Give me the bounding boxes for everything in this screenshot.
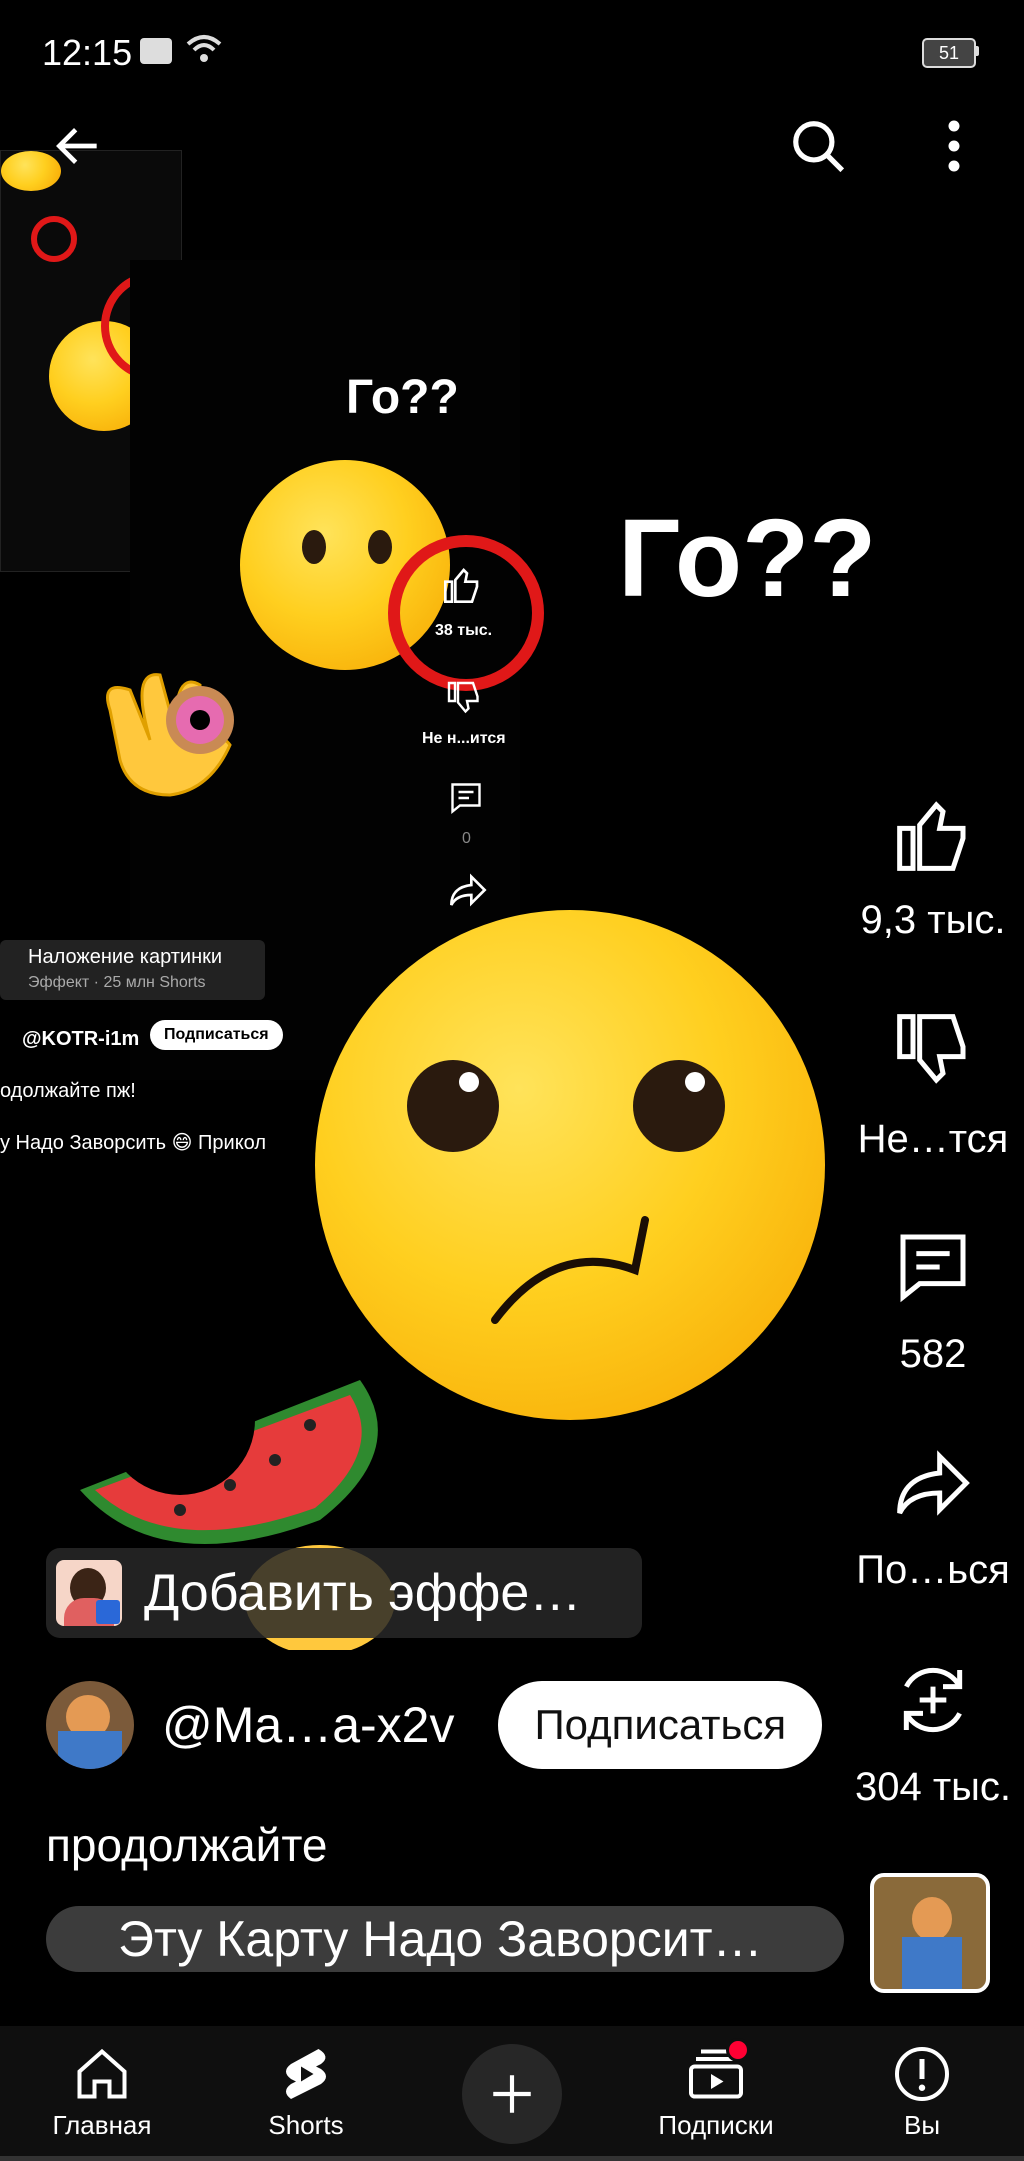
back-arrow-icon[interactable] <box>50 118 106 174</box>
waving-hand-donut <box>106 673 234 797</box>
nav-shorts[interactable]: Shorts <box>216 2026 396 2161</box>
effect-thumbnail <box>56 1560 122 1626</box>
video-caption[interactable]: продолжайте <box>46 1818 328 1872</box>
dislike-label: Не…тся <box>857 1117 1009 1161</box>
thumbs-down-icon <box>897 1014 966 1084</box>
comments-button[interactable] <box>888 1222 978 1312</box>
comments-count: 582 <box>899 1332 967 1376</box>
channel-name[interactable]: @Ma…a-x2v <box>162 1696 454 1754</box>
nested-subscribe: Подписаться <box>150 1020 283 1050</box>
wifi-icon <box>186 35 222 62</box>
dislike-button[interactable] <box>888 1005 978 1095</box>
nav-home-label: Главная <box>52 2110 152 2140</box>
nested-red-ring-tiny <box>31 216 77 262</box>
add-effect-pill[interactable]: Добавить эффе… <box>46 1548 642 1638</box>
like-button[interactable] <box>888 790 978 880</box>
nested-dislike-icon <box>447 681 479 714</box>
bottom-nav: Главная Shorts Подписки Вы <box>0 2026 1024 2161</box>
subscribe-button[interactable]: Подписаться <box>498 1681 823 1769</box>
music-pill[interactable]: Эту Карту Надо Заворсит… <box>46 1906 844 1972</box>
nav-subscriptions-label: Подписки <box>658 2110 774 2140</box>
nav-subscriptions[interactable]: Подписки <box>626 2026 806 2161</box>
nested-like-count: 38 тыс. <box>435 622 493 639</box>
nested-caption: одолжайте пж! <box>0 1080 136 1102</box>
more-options-icon[interactable] <box>936 116 972 176</box>
nested-share-icon <box>450 873 487 907</box>
like-count: 9,3 тыс. <box>860 898 1006 942</box>
channel-avatar[interactable] <box>46 1681 134 1769</box>
music-thumbnail[interactable] <box>870 1873 990 1993</box>
video-title-text: Го?? <box>618 497 877 620</box>
shorts-icon <box>286 2049 326 2099</box>
share-icon <box>897 1450 970 1516</box>
plus-icon <box>493 2075 531 2113</box>
nested-like-ring <box>388 535 544 691</box>
nested-title: Го?? <box>346 371 459 424</box>
nav-shorts-label: Shorts <box>268 2110 344 2140</box>
nested-effect-sub: Эффект · 25 млн Shorts <box>28 974 206 991</box>
music-title: Эту Карту Надо Заворсит… <box>118 1911 763 1967</box>
main-emoji-face <box>315 910 825 1420</box>
thumbs-up-icon <box>897 801 966 871</box>
status-time: 12:15 <box>42 32 133 73</box>
nav-create[interactable] <box>422 2026 602 2161</box>
create-button <box>462 2044 562 2144</box>
nav-you[interactable]: Вы <box>832 2026 1012 2161</box>
notification-icon <box>140 38 172 64</box>
remix-count: 304 тыс. <box>854 1765 1012 1809</box>
search-icon[interactable] <box>788 116 850 178</box>
share-label: По…ься <box>856 1548 1010 1592</box>
add-effect-label: Добавить эффе… <box>144 1564 582 1622</box>
nested-channel: @KOTR-i1m <box>22 1028 140 1050</box>
share-button[interactable] <box>888 1438 978 1528</box>
nested-like-icon <box>444 568 479 603</box>
home-icon <box>77 2048 127 2099</box>
system-nav-bar <box>0 2156 1024 2161</box>
nav-home[interactable]: Главная <box>12 2026 192 2161</box>
nested-dislike-label: Не н...ится <box>422 730 506 747</box>
nested-effect-title: Наложение картинки <box>28 946 223 968</box>
nested-music: у Надо Заворсить 😄 Прикол <box>0 1132 267 1154</box>
channel-row: @Ma…a-x2v Подписаться <box>46 1678 823 1772</box>
status-bar: 12:15 51 <box>0 0 1024 110</box>
nested-comment-icon <box>451 783 481 814</box>
notification-dot <box>726 2038 750 2062</box>
nav-you-label: Вы <box>903 2110 941 2140</box>
remix-button[interactable] <box>888 1655 978 1745</box>
you-icon <box>895 2047 949 2101</box>
battery-icon: 51 <box>922 38 976 68</box>
remix-icon <box>903 1667 963 1733</box>
comment-icon <box>900 1234 966 1303</box>
nested-effect-pill: Наложение картинки Эффект · 25 млн Short… <box>0 940 265 1000</box>
nested-comments-count: 0 <box>462 830 471 847</box>
battery-tip <box>974 46 979 56</box>
